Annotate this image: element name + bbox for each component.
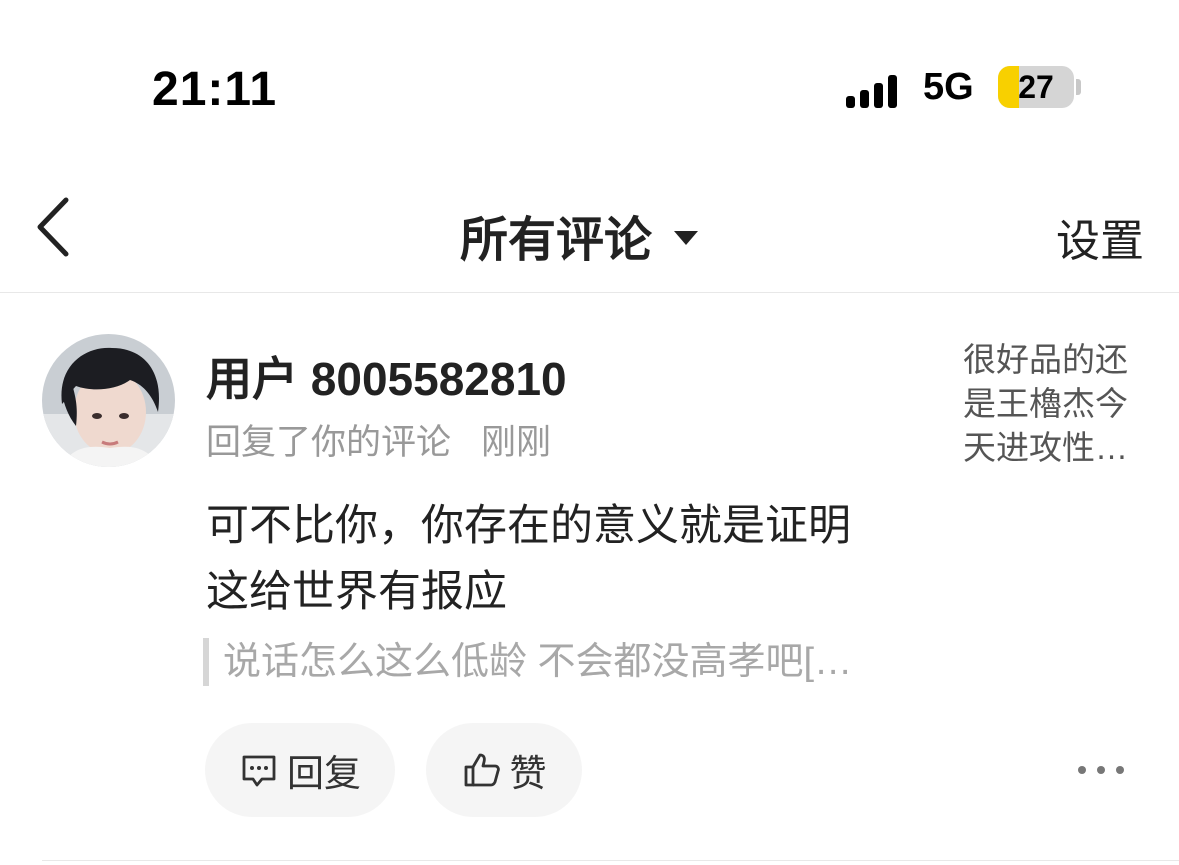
comment-icon (242, 755, 276, 787)
user-avatar[interactable] (42, 334, 175, 467)
comment-username[interactable]: 用户 8005582810 (206, 343, 567, 409)
snippet-line: 天进攻性… (963, 429, 1128, 466)
more-options-button[interactable] (1078, 752, 1124, 788)
comment-reply-text[interactable]: 可不比你，你存在的意义就是证明 这给世界有报应 (206, 493, 906, 625)
comment-divider (42, 860, 1179, 861)
battery-level: 27 (1018, 69, 1054, 105)
signal-strength-icon (846, 68, 906, 108)
reply-button[interactable]: 回复 (205, 723, 395, 817)
snippet-line: 很好品的还 (963, 341, 1128, 378)
chevron-left-icon (37, 197, 69, 257)
snippet-line: 是王櫓杰今 (963, 385, 1128, 422)
comment-meta: 回复了你的评论 刚刚 (206, 414, 551, 465)
like-button[interactable]: 赞 (426, 723, 582, 817)
battery-cap (1076, 79, 1081, 95)
comment-time: 刚刚 (481, 423, 552, 462)
caret-down-icon (674, 231, 699, 245)
reply-line: 这给世界有报应 (206, 568, 507, 616)
comment-action: 回复了你的评论 (206, 423, 452, 462)
avatar-image (42, 334, 175, 467)
thumbs-up-icon (464, 753, 500, 787)
like-button-label: 赞 (509, 753, 547, 794)
reply-line: 可不比你，你存在的意义就是证明 (206, 502, 851, 550)
network-type: 5G (923, 66, 974, 108)
more-dot (1097, 766, 1105, 774)
more-dot (1078, 766, 1086, 774)
quoted-comment[interactable]: 说话怎么这么低龄 不会都没高孝吧[… (203, 638, 913, 686)
settings-button[interactable]: 设置 (1056, 205, 1144, 269)
status-time: 21:11 (152, 63, 278, 116)
back-button[interactable] (30, 192, 80, 262)
nav-divider (0, 292, 1179, 293)
page-title: 所有评论 (460, 214, 653, 267)
battery-icon: 27 (998, 66, 1074, 108)
original-post-snippet[interactable]: 很好品的还 是王櫓杰今 天进攻性… (963, 338, 1148, 470)
reply-button-label: 回复 (287, 753, 361, 794)
comment-filter-dropdown[interactable]: 所有评论 (460, 200, 699, 270)
more-dot (1116, 766, 1124, 774)
